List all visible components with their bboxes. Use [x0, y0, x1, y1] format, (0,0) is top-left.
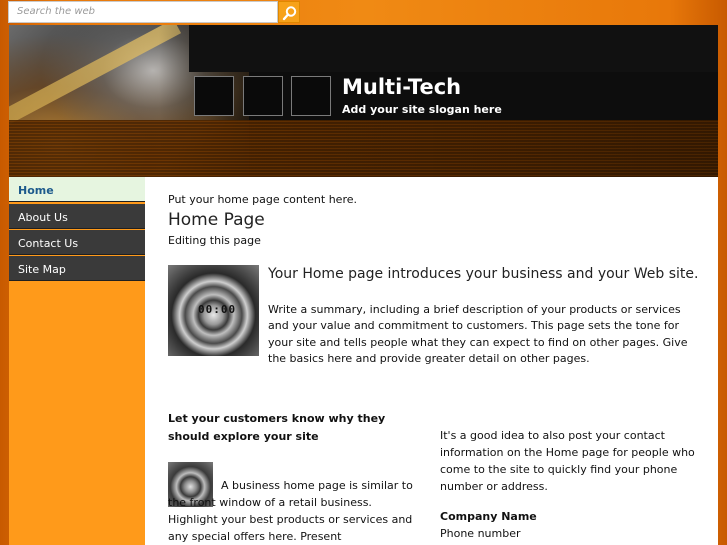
- left-column-heading: Let your customers know why they should …: [168, 412, 386, 443]
- search-input[interactable]: Search the web: [8, 1, 278, 23]
- header-stripe-fade: [9, 120, 718, 177]
- nav-item-about-us[interactable]: About Us: [9, 204, 145, 229]
- nav-item-contact-us[interactable]: Contact Us: [9, 230, 145, 255]
- site-title: Multi-Tech: [342, 75, 462, 99]
- search-icon: [282, 6, 297, 21]
- lead-heading: Your Home page introduces your business …: [268, 266, 699, 282]
- header-square-1: [194, 76, 234, 116]
- top-search-bar: Search the web: [0, 0, 727, 25]
- header-square-3: [291, 76, 331, 116]
- nav-item-home[interactable]: Home: [9, 177, 145, 202]
- left-column-paragraph: A business home page is similar to the f…: [168, 477, 418, 545]
- sidebar-nav: Home About Us Contact Us Site Map: [9, 177, 145, 545]
- gears-image: 00:00: [168, 265, 259, 356]
- header-square-2: [243, 76, 283, 116]
- main-content: Put your home page content here. Home Pa…: [145, 177, 718, 545]
- site-slogan: Add your site slogan here: [342, 103, 502, 116]
- phone-number-label: Phone number: [440, 527, 521, 540]
- header-dark-band: [189, 25, 718, 72]
- image-digits: 00:00: [198, 303, 237, 316]
- search-button[interactable]: [278, 1, 300, 23]
- company-name-label: Company Name: [440, 510, 537, 523]
- page-title: Home Page: [168, 210, 265, 230]
- summary-paragraph: Write a summary, including a brief descr…: [268, 303, 688, 366]
- page-subtitle: Editing this page: [168, 234, 261, 247]
- left-column-text: A business home page is similar to the f…: [168, 479, 413, 543]
- intro-text: Put your home page content here.: [168, 193, 357, 206]
- site-header: Multi-Tech Add your site slogan here: [9, 25, 718, 177]
- nav-item-site-map[interactable]: Site Map: [9, 256, 145, 281]
- right-column-paragraph: It's a good idea to also post your conta…: [440, 429, 695, 493]
